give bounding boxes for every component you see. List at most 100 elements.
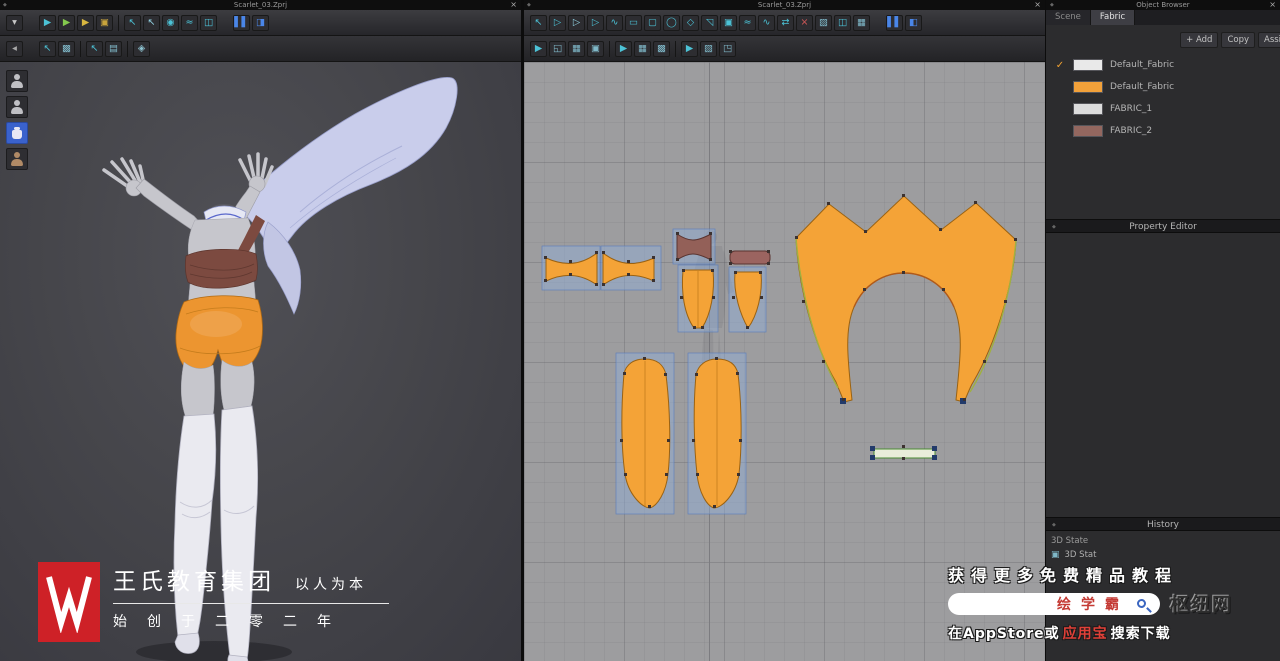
- watermark-text-block: 王氏教育集团 以人为本 始创于二零二年: [113, 562, 389, 631]
- avatar-display-icon[interactable]: ▶: [58, 14, 75, 31]
- lasso-select-3d-icon[interactable]: ↖: [86, 40, 103, 57]
- fabric-swatch[interactable]: [1073, 81, 1103, 93]
- arrange-points-icon[interactable]: ▶: [681, 40, 698, 57]
- fabric-row[interactable]: ✓ Default_Fabric: [1046, 54, 1280, 76]
- show-avatar-toggle[interactable]: [6, 70, 28, 92]
- sync-simulation-icon[interactable]: ▌▌: [233, 14, 250, 31]
- reset-arrangement-icon[interactable]: ◧: [905, 14, 922, 31]
- show-skin-toggle[interactable]: [6, 148, 28, 170]
- history-title: History: [1146, 520, 1180, 530]
- measure-tool-icon[interactable]: ◫: [200, 14, 217, 31]
- fabric-row[interactable]: Default_Fabric: [1046, 76, 1280, 98]
- show-seam-icon[interactable]: ▨: [815, 14, 832, 31]
- fabric-row[interactable]: FABRIC_2: [1046, 120, 1280, 142]
- fabric-swatch[interactable]: [1073, 103, 1103, 115]
- box-select-3d-icon[interactable]: ↖: [39, 40, 56, 57]
- texture-editor-icon[interactable]: ▦: [853, 14, 870, 31]
- toolbar-2d-main: ↖ ▷ ▷ ▷ ∿ ▭ ▢ ◯ ◇ ◹ ▣ ≈ ∿ ⇄ × ▨ ◫ ▦ ▌▌ ◧: [524, 10, 1045, 36]
- toolbar-separator: [80, 40, 81, 57]
- tool-glyph: ≈: [185, 16, 194, 28]
- free-sewing-icon[interactable]: ∿: [758, 14, 775, 31]
- transform-pattern-icon[interactable]: ↖: [530, 14, 547, 31]
- simulate-icon[interactable]: ▶: [39, 14, 56, 31]
- tool-glyph: ◧: [909, 16, 918, 28]
- toolbar-separator: [609, 40, 610, 57]
- history-back-icon[interactable]: ◂: [6, 40, 23, 57]
- layer-display-icon[interactable]: ▤: [105, 40, 122, 57]
- toolbar-separator: [675, 40, 676, 57]
- circle-tool-icon[interactable]: ◯: [663, 14, 680, 31]
- history-item[interactable]: ▣ 3D Stat: [1051, 550, 1096, 560]
- w-logo-icon: [46, 576, 92, 633]
- scarf[interactable]: [237, 77, 458, 315]
- select-move-icon[interactable]: ↖: [124, 14, 141, 31]
- close-3d-window-button[interactable]: ×: [510, 0, 517, 10]
- toolbar-3d-main: ▾ ▶ ▶ ▶ ▣ ↖ ↖ ◉ ≈ ◫ ▌▌ ◨: [0, 10, 521, 36]
- tool-glyph: ▩: [62, 42, 71, 54]
- fabric-swatch[interactable]: [1073, 125, 1103, 137]
- show-garment-toggle[interactable]: [6, 122, 28, 144]
- tool-glyph: ▶: [62, 16, 71, 28]
- tape-tool-icon[interactable]: ▣: [96, 14, 113, 31]
- fabric-swatch[interactable]: [1073, 59, 1103, 71]
- leotard[interactable]: [175, 295, 263, 375]
- promo-search-pill: 绘学霸: [948, 592, 1160, 615]
- edit-pattern-icon[interactable]: ▷: [549, 14, 566, 31]
- notch-tool-icon[interactable]: ◹: [701, 14, 718, 31]
- floor-shadow: [136, 641, 292, 661]
- fabric-row[interactable]: FABRIC_1: [1046, 98, 1280, 120]
- collapse-toolbar-icon[interactable]: ▾: [6, 14, 23, 31]
- pin-tool-icon[interactable]: ▶: [77, 14, 94, 31]
- move-pattern-icon[interactable]: ◱: [549, 40, 566, 57]
- sync-2d-icon[interactable]: ▌▌: [886, 14, 903, 31]
- window-2d-title: Scarlet_03.Zprj: [757, 1, 812, 9]
- pin-select-icon[interactable]: ◉: [162, 14, 179, 31]
- reset-pose-icon[interactable]: ◨: [252, 14, 269, 31]
- assign-fabric-button[interactable]: Assign: [1258, 32, 1280, 48]
- particle-distance-icon[interactable]: ◈: [133, 40, 150, 57]
- grading-icon[interactable]: ◫: [834, 14, 851, 31]
- show-grid-icon[interactable]: ▦: [568, 40, 585, 57]
- fabric-name: FABRIC_2: [1110, 126, 1153, 136]
- select-mesh-icon[interactable]: ↖: [143, 14, 160, 31]
- detach-sewing-icon[interactable]: ×: [796, 14, 813, 31]
- swap-sewing-icon[interactable]: ⇄: [777, 14, 794, 31]
- add-fabric-button[interactable]: + Add: [1180, 32, 1219, 48]
- tool-glyph: ▦: [857, 16, 866, 28]
- tab-fabric[interactable]: Fabric: [1090, 10, 1136, 25]
- fabric-name: Default_Fabric: [1110, 82, 1175, 92]
- tool-glyph: ▶: [81, 16, 90, 28]
- add-point-icon[interactable]: ▷: [587, 14, 604, 31]
- polygon-tool-icon[interactable]: ▭: [625, 14, 642, 31]
- segment-sewing-icon[interactable]: ≈: [739, 14, 756, 31]
- window-marker-icon: ◆: [527, 2, 531, 8]
- seam-allowance-icon[interactable]: ▣: [720, 14, 737, 31]
- edit-curvature-icon[interactable]: ∿: [606, 14, 623, 31]
- fabric-list: ✓ Default_Fabric Default_Fabric FABRIC_1: [1046, 54, 1280, 142]
- select-2d-icon[interactable]: ▶: [530, 40, 547, 57]
- tool-glyph: ▷: [591, 16, 600, 28]
- tool-glyph: ◉: [166, 16, 175, 28]
- close-2d-window-button[interactable]: ×: [1034, 0, 1041, 10]
- tool-glyph: ▷: [553, 16, 562, 28]
- close-object-browser-button[interactable]: ×: [1269, 0, 1276, 10]
- property-editor-header[interactable]: ◆ Property Editor: [1046, 219, 1280, 233]
- show-texture-2d-icon[interactable]: ▧: [700, 40, 717, 57]
- tool-glyph: ↖: [90, 42, 99, 54]
- tool-glyph: ◇: [686, 16, 695, 28]
- tool-glyph: ▾: [12, 16, 17, 28]
- dart-tool-icon[interactable]: ◇: [682, 14, 699, 31]
- snap-toggle-icon[interactable]: ▣: [587, 40, 604, 57]
- mesh-display-icon[interactable]: ▩: [58, 40, 75, 57]
- show-info-2d-icon[interactable]: ◳: [719, 40, 736, 57]
- history-header[interactable]: ◆ History: [1046, 517, 1280, 531]
- edit-point-icon[interactable]: ▷: [568, 14, 585, 31]
- play-2d-icon[interactable]: ▶: [615, 40, 632, 57]
- show-mesh-2d-icon[interactable]: ▦: [634, 40, 651, 57]
- tab-scene[interactable]: Scene: [1046, 10, 1091, 25]
- copy-fabric-button[interactable]: Copy: [1221, 32, 1255, 48]
- show-bust-toggle[interactable]: [6, 96, 28, 118]
- show-fill-2d-icon[interactable]: ▩: [653, 40, 670, 57]
- rectangle-tool-icon[interactable]: ▢: [644, 14, 661, 31]
- wind-tool-icon[interactable]: ≈: [181, 14, 198, 31]
